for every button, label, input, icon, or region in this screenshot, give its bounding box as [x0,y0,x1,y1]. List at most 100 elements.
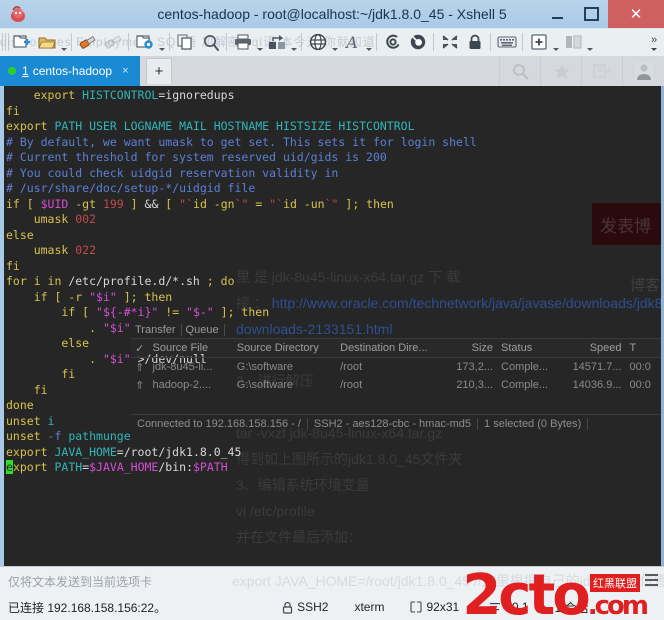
queue-tab[interactable]: Queue [186,324,225,336]
find-icon[interactable] [199,30,223,54]
transfer-selection-info: 1 selected (0 Bytes) [478,418,589,430]
terminal-span: PATH USER LOGNAME MAIL HOSTNAME HISTSIZE… [54,119,415,133]
print-icon[interactable] [231,30,255,54]
column-time[interactable]: T [626,342,664,354]
new-tab-button[interactable]: + [146,58,172,84]
star-icon[interactable] [540,56,582,86]
cell-source-dir: G:\software [236,379,294,391]
terminal-line: # Current threshold for system reserved … [6,150,477,166]
toolbar-separator [169,33,170,51]
terminal-span: 002 [75,212,97,226]
terminal-span: ; do [199,274,235,288]
terminal-span: JAVA_HOME [54,444,117,459]
disconnect-icon[interactable] [101,30,125,54]
layout-icon[interactable] [265,30,289,54]
minimize-button[interactable] [540,0,574,28]
terminal-span: [ [158,196,180,211]
cell-time: 00:0 [629,379,651,391]
font-icon[interactable]: A [340,30,364,54]
avatar-icon[interactable] [622,56,664,86]
new-session-icon[interactable] [10,30,34,54]
status-protocol-group: SSH2 [282,600,328,614]
column-status[interactable]: Status [497,342,558,354]
properties-icon[interactable] [133,30,157,54]
terminal-span: . [6,351,103,366]
tile-dropdown-icon[interactable] [585,28,594,56]
tab-close-icon[interactable]: × [122,65,128,77]
transfer-cipher-info: SSH2 - aes128-cbc - hmac-md5 [308,418,479,430]
properties-dropdown-icon[interactable] [157,28,166,56]
terminal-span: "$i" [102,351,131,366]
column-size[interactable]: Size [441,342,497,354]
fullscreen-icon[interactable] [438,30,462,54]
open-folder-dropdown-icon[interactable] [59,28,68,56]
table-row[interactable]: ⇑ hadoop-2.... G:\software/root 210,3... Com… [131,376,664,394]
globe-icon[interactable] [306,30,330,54]
terminal-span: id -un [283,196,325,211]
add-window-icon[interactable] [527,30,551,54]
ghost-publish-block: 发表博 [592,203,664,245]
keyboard-icon[interactable] [495,30,519,54]
tab-centos-hadoop[interactable]: 1 centos-hadoop × [0,56,140,86]
document-text: 3、编辑系统环境变量 [236,477,370,493]
column-speed[interactable]: Speed [558,342,625,354]
terminal-span: ] [123,196,145,211]
ghost-blog-text: 博客 [629,277,660,294]
lock-icon[interactable] [463,30,487,54]
terminal-span: /etc/profile.d/*.sh [68,274,200,288]
terminal-span: umask [6,243,76,257]
terminal-line: export PATH USER LOGNAME MAIL HOSTNAME H… [6,119,477,135]
terminal-span: export [6,119,55,133]
column-source-file[interactable]: Source File [149,342,233,354]
document-text: vi /etc/profile [236,503,315,519]
close-button[interactable]: ✕ [608,0,664,28]
maximize-button[interactable] [574,0,608,28]
column-check[interactable]: ✓ [131,342,149,355]
tab-status-dot-icon [8,67,16,75]
terminal-screen[interactable]: 里 是 jdk-8u45-linux-x64.tar.gz 下 载接 ： htt… [0,86,664,566]
table-row[interactable]: ⇑ jdk-8u45-li... G:\software/root 173,2... C… [131,358,664,376]
send-text-menu-icon[interactable] [641,570,661,590]
terminal-line: export PATH=$JAVA_HOME/bin:$PATH [6,460,477,476]
connect-icon[interactable] [76,30,100,54]
toolbar-overflow-button[interactable]: » [646,28,662,56]
open-folder-icon[interactable] [35,30,59,54]
caret-position-icon [490,603,501,611]
compose-icon[interactable] [581,56,623,86]
status-size: 92x31 [426,600,460,614]
terminal-span: # By default, we want umask to get set. … [6,134,477,149]
add-window-dropdown-icon[interactable] [551,28,560,56]
session-manager-icon[interactable] [381,30,405,54]
print-dropdown-icon[interactable] [255,28,264,56]
send-text-bar[interactable]: 仅将文本发送到当前选项卡 export JAVA_HOME=/root/jdk1… [0,566,664,596]
transfer-tab[interactable]: Transfer [135,324,182,336]
cell-speed: 14036.9... [572,379,622,391]
copy-icon[interactable] [174,30,198,54]
transfer-panel-tabs[interactable]: Transfer Queue [131,322,664,339]
cell-source-file: jdk-8u45-li... [152,361,213,373]
file-transfer-panel[interactable]: Transfer Queue ✓ Source File Source Dire… [131,322,664,432]
terminal-span: =ignoredups [158,88,235,102]
lock-icon [283,601,293,614]
toolbar-overflow-label: » [650,33,658,46]
terminal-span: $PATH [193,460,228,474]
terminal-span: "` [179,196,194,211]
ftp-icon[interactable] [406,30,430,54]
terminal-span: && [144,196,159,211]
toolbar-separator [376,33,377,51]
toolbar-grip[interactable] [2,33,9,51]
cell-status: Comple... [501,379,549,391]
document-line: 3、编辑系统环境变量 [236,472,664,498]
globe-dropdown-icon[interactable] [330,28,339,56]
font-dropdown-icon[interactable] [364,28,373,56]
column-source-directory[interactable]: Source Directory [233,342,336,354]
tile-icon[interactable] [561,30,585,54]
column-destination-directory[interactable]: Destination Dire... [336,342,441,354]
terminal-span: umask [6,212,76,226]
layout-dropdown-icon[interactable] [289,28,298,56]
search-icon[interactable] [499,56,541,86]
terminal-span: fi [6,103,20,118]
cell-speed: 14571.7... [572,361,622,373]
title-bar: centos-hadoop - root@localhost:~/jdk1.8.… [0,0,664,29]
tab-bar: 1 centos-hadoop × + [0,56,664,89]
